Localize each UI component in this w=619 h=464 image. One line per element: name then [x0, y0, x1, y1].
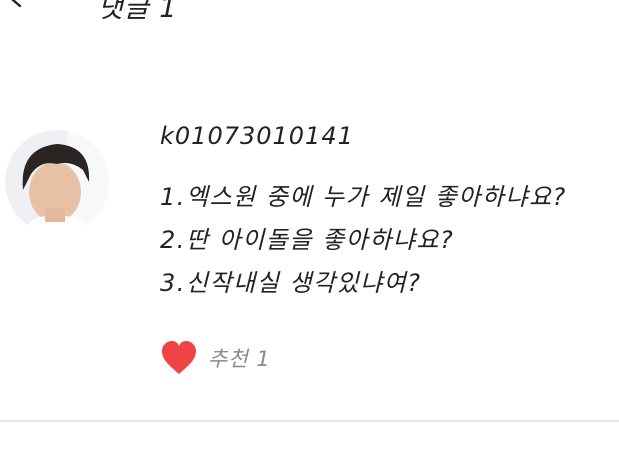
heart-icon — [162, 341, 196, 374]
comment-line: 3.신작내실 생각있냐여? — [160, 269, 422, 297]
comment-body: 1.엑스원 중에 누가 제일 좋아하냐요? 2.딴 아이돌을 좋아하냐요? 3.… — [160, 176, 600, 305]
like-count-label: 추천 1 — [208, 347, 271, 371]
comment-line: 1.엑스원 중에 누가 제일 좋아하냐요? — [160, 183, 567, 211]
back-arrow-icon[interactable] — [2, 0, 48, 12]
page-title: 댓글 1 — [98, 0, 178, 24]
divider — [0, 420, 619, 422]
comment-line: 2.딴 아이돌을 좋아하냐요? — [160, 226, 455, 254]
comment-item: k01073010141 1.엑스원 중에 누가 제일 좋아하냐요? 2.딴 아… — [0, 110, 619, 410]
header: 댓글 1 — [0, 0, 619, 24]
avatar[interactable] — [5, 130, 109, 234]
like-button[interactable]: 추천 1 — [160, 338, 271, 378]
comment-username[interactable]: k01073010141 — [160, 122, 354, 150]
